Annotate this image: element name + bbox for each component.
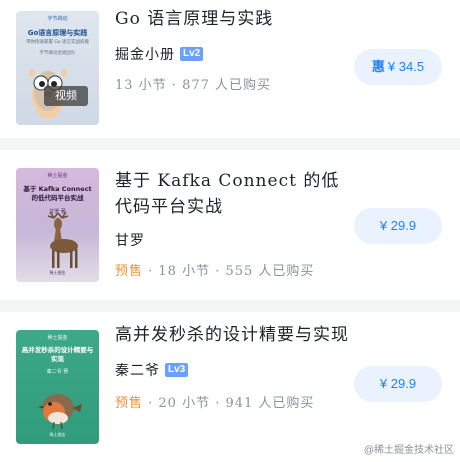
video-badge: 视频 bbox=[44, 86, 88, 106]
cover-author: 秦二爷 著 bbox=[46, 369, 69, 375]
price-button[interactable]: 惠 ¥ 34.5 bbox=[354, 49, 442, 85]
author-name[interactable]: 掘金小册 bbox=[115, 44, 175, 64]
book-title[interactable]: 高并发秒杀的设计精要与实现 bbox=[115, 322, 355, 348]
deer-illustration-icon bbox=[47, 212, 78, 268]
cover-brand: 字节跳动 bbox=[47, 16, 68, 22]
book-meta: 预售 · 18 小节 · 555 人已购买 bbox=[115, 260, 314, 279]
level-badge: Lv3 bbox=[165, 363, 189, 377]
watermark: @稀土掘金技术社区 bbox=[363, 445, 454, 456]
cover-publisher: 稀土掘金 bbox=[49, 432, 66, 437]
book-card[interactable]: 稀土掘金 高并发秒杀的设计精要与实现 秦二爷 著 稀土掘金 高并发秒杀的设计精要… bbox=[0, 312, 460, 462]
book-cover[interactable]: 稀土掘金 基于 Kafka Connect 的低代码平台实战 甘罗 著 稀土掘金 bbox=[16, 168, 99, 282]
book-cover[interactable]: 稀土掘金 高并发秒杀的设计精要与实现 秦二爷 著 稀土掘金 bbox=[16, 330, 99, 444]
presale-label: 预售 bbox=[115, 264, 144, 279]
book-author[interactable]: 甘罗 bbox=[115, 230, 145, 250]
cover-title: Go语言原理与实践 bbox=[27, 29, 88, 37]
cover-publisher: 稀土掘金 bbox=[49, 270, 66, 275]
discount-label: 惠 bbox=[371, 59, 385, 74]
cover-title: 高并发秒杀的设计精要与实现 bbox=[21, 346, 94, 363]
book-meta: 13 小节 · 877 人已购买 bbox=[115, 74, 271, 93]
book-cover[interactable]: 字节跳动 Go语言原理与实践 带你快速掌握 Go 语言实战技能 字节跳动后端团队 bbox=[16, 11, 99, 125]
presale-label: 预售 bbox=[115, 396, 144, 411]
price-value: ¥ 29.9 bbox=[379, 376, 417, 391]
meta-text: · 20 小节 · 941 人已购买 bbox=[143, 396, 315, 411]
author-name[interactable]: 甘罗 bbox=[115, 230, 145, 250]
cover-brand: 稀土掘金 bbox=[47, 173, 68, 179]
price-value: ¥ 29.9 bbox=[379, 218, 417, 233]
book-title[interactable]: 基于 Kafka Connect 的低代码平台实战 bbox=[115, 168, 355, 220]
book-title[interactable]: Go 语言原理与实践 bbox=[115, 6, 355, 32]
cover-author: 字节跳动后端团队 bbox=[39, 51, 76, 56]
book-author[interactable]: 掘金小册 Lv2 bbox=[115, 44, 204, 64]
book-author[interactable]: 秦二爷 Lv3 bbox=[115, 360, 189, 380]
author-name[interactable]: 秦二爷 bbox=[115, 360, 160, 380]
price-value: ¥ 34.5 bbox=[387, 59, 425, 74]
cover-title: 基于 Kafka Connect 的低代码平台实战 bbox=[23, 185, 92, 202]
meta-text: · 18 小节 · 555 人已购买 bbox=[143, 264, 315, 279]
book-card[interactable]: 字节跳动 Go语言原理与实践 带你快速掌握 Go 语言实战技能 字节跳动后端团队… bbox=[0, 0, 460, 138]
meta-text: 13 小节 · 877 人已购买 bbox=[115, 78, 272, 93]
price-button[interactable]: ¥ 29.9 bbox=[354, 366, 442, 402]
book-meta: 预售 · 20 小节 · 941 人已购买 bbox=[115, 392, 314, 411]
book-card[interactable]: 稀土掘金 基于 Kafka Connect 的低代码平台实战 甘罗 著 稀土掘金… bbox=[0, 150, 460, 300]
cover-subtitle: 带你快速掌握 Go 语言实战技能 bbox=[25, 40, 90, 45]
price-button[interactable]: ¥ 29.9 bbox=[354, 208, 442, 244]
cover-brand: 稀土掘金 bbox=[47, 335, 68, 341]
level-badge: Lv2 bbox=[180, 47, 204, 61]
robin-bird-icon bbox=[38, 394, 82, 430]
